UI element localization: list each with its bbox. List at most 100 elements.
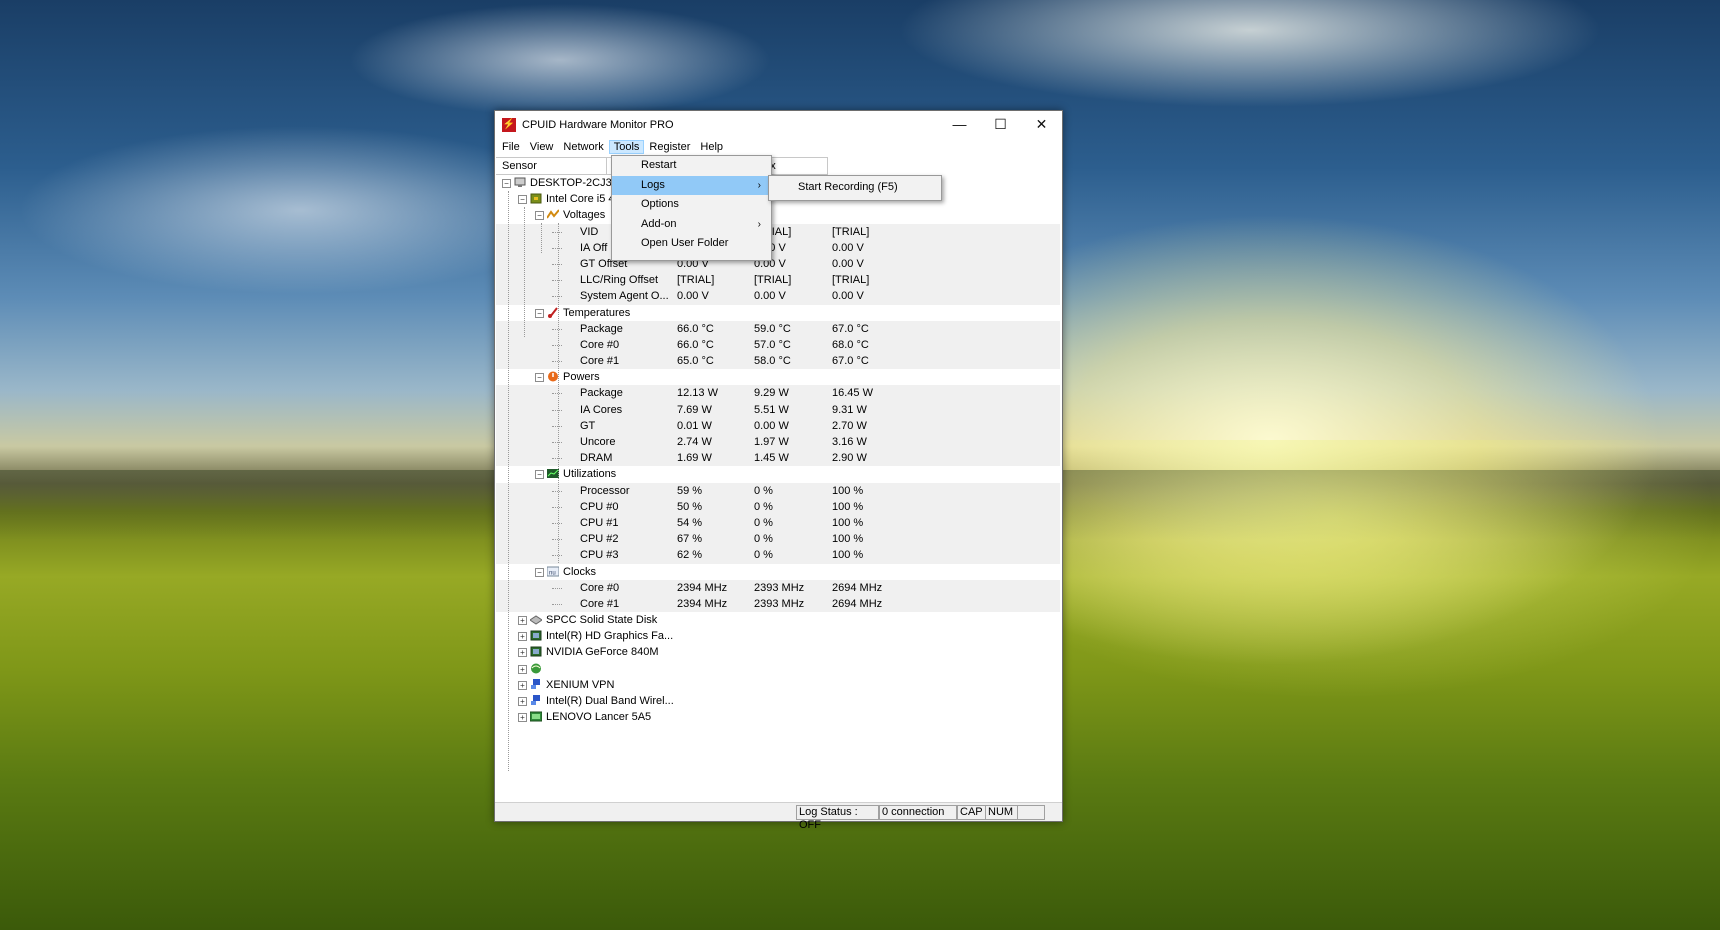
sensor-min: 58.0 °C [754, 355, 791, 368]
sensor-name: Core #0 [580, 581, 620, 594]
expand-icon[interactable]: + [518, 648, 527, 658]
tree-connector [552, 296, 562, 298]
sensor-row[interactable]: CPU #1 54 % 0 % 100 % [496, 514, 1060, 532]
sensor-row[interactable]: GT Offset 0.00 V 0.00 V 0.00 V [496, 255, 1060, 273]
sensor-max: 0.00 V [832, 290, 864, 303]
sensor-max: 100 % [832, 500, 864, 513]
expand-icon[interactable]: + [518, 616, 527, 626]
tree-group-utilizations[interactable]: − Utilizations [496, 466, 1060, 482]
sensor-row[interactable]: Core #0 2394 MHz 2393 MHz 2694 MHz [496, 579, 1060, 596]
sensor-value: 0.00 V [677, 290, 709, 303]
tree-group-powers[interactable]: − Powers [496, 369, 1060, 385]
sensor-min: 0 % [754, 533, 773, 546]
sensor-value: [TRIAL] [677, 274, 715, 287]
tree-node-device[interactable]: + Intel(R) HD Graphics Fa... [496, 628, 1060, 644]
sensor-row[interactable]: DRAM 1.69 W 1.45 W 2.90 W [496, 450, 1060, 467]
sensor-max: 9.31 W [832, 403, 867, 416]
logs-submenu: Start Recording (F5) [768, 175, 942, 201]
sensor-name: System Agent O... [580, 290, 669, 303]
sensor-row[interactable]: CPU #2 67 % 0 % 100 % [496, 531, 1060, 548]
menu-item-options[interactable]: Options [612, 195, 771, 215]
tree-node-device[interactable]: + LENOVO Lancer 5A5 [496, 709, 1060, 725]
sensor-max: 0.00 V [832, 241, 864, 254]
tree-connector [552, 539, 562, 541]
tree-node-device[interactable]: + SPCC Solid State Disk [496, 612, 1060, 628]
tree-node-device[interactable]: + [496, 661, 1060, 677]
sensor-tree[interactable]: − DESKTOP-2CJ3IB − Intel Core i5 4− Voltages… [496, 175, 1060, 771]
globe-icon [530, 663, 542, 674]
menu-file[interactable]: File [497, 140, 525, 154]
collapse-icon[interactable]: − [518, 195, 527, 205]
sensor-row[interactable]: Core #1 65.0 °C 58.0 °C 67.0 °C [496, 353, 1060, 370]
sensor-row[interactable]: IA Off0.00 V0.00 V [496, 239, 1060, 256]
maximize-button[interactable]: ☐ [980, 111, 1021, 138]
collapse-icon[interactable]: − [535, 567, 544, 577]
sensor-name: Core #1 [580, 597, 620, 610]
sensor-min: 0.00 W [754, 419, 789, 432]
expand-icon[interactable]: + [518, 713, 527, 723]
menu-item-logs-label: Logs [641, 178, 665, 191]
close-button[interactable]: ✕ [1021, 111, 1062, 138]
menu-network[interactable]: Network [558, 140, 608, 154]
sensor-name: CPU #2 [580, 533, 619, 546]
tree-node-device[interactable]: + XENIUM VPN [496, 677, 1060, 693]
sensor-value: 7.69 W [677, 403, 712, 416]
sensor-row[interactable]: Core #1 2394 MHz 2393 MHz 2694 MHz [496, 595, 1060, 613]
net-icon [530, 678, 542, 690]
collapse-icon[interactable]: − [502, 179, 511, 188]
tree-node-device[interactable]: + NVIDIA GeForce 840M [496, 644, 1060, 660]
sensor-value: 2394 MHz [677, 597, 728, 610]
sensor-row[interactable]: Core #0 66.0 °C 57.0 °C 68.0 °C [496, 336, 1060, 354]
menu-item-restart[interactable]: Restart [612, 156, 771, 176]
sensor-row[interactable]: VID [TRIAL] [TRIAL] [496, 223, 1060, 240]
sensor-value: 54 % [677, 516, 703, 529]
expand-icon[interactable]: + [518, 632, 527, 642]
header-sensor[interactable]: Sensor [496, 158, 607, 174]
sensor-row[interactable]: GT 0.01 W 0.00 W 2.70 W [496, 417, 1060, 434]
minimize-button[interactable]: — [939, 111, 980, 138]
sensor-row[interactable]: System Agent O... 0.00 V 0.00 V 0.00 V [496, 288, 1060, 305]
tree-guide-line [541, 223, 542, 253]
sensor-row[interactable]: Package 66.0 °C 59.0 °C 67.0 °C [496, 320, 1060, 337]
gpu-icon [530, 646, 542, 657]
sensor-name: Voltages [563, 209, 606, 222]
sensor-row[interactable]: Uncore 2.74 W 1.97 W 3.16 W [496, 434, 1060, 451]
menu-register[interactable]: Register [644, 140, 695, 154]
sensor-max: 2694 MHz [832, 581, 883, 594]
sensor-row[interactable]: IA Cores 7.69 W 5.51 W 9.31 W [496, 401, 1060, 418]
menu-item-addon[interactable]: Add-on › [612, 215, 771, 235]
connection-count: 0 connection [879, 805, 957, 820]
expand-icon[interactable]: + [518, 697, 527, 706]
tree-guide-line [524, 207, 525, 337]
collapse-icon[interactable]: − [535, 470, 544, 480]
tree-connector [552, 280, 562, 282]
sensor-row[interactable]: CPU #3 62 % 0 % 100 % [496, 547, 1060, 564]
expand-icon[interactable]: + [518, 680, 527, 690]
sensor-row[interactable]: Package 12.13 W 9.29 W 16.45 W [496, 385, 1060, 402]
sensor-row[interactable]: Processor 59 % 0 % 100 % [496, 482, 1060, 499]
tree-connector [552, 361, 562, 363]
menu-view[interactable]: View [525, 140, 559, 154]
expand-icon[interactable]: + [518, 664, 527, 674]
title-bar[interactable]: ⚡ CPUID Hardware Monitor PRO — ☐ ✕ [495, 111, 1062, 138]
menu-item-open-user-folder[interactable]: Open User Folder [612, 234, 771, 254]
tree-node-device[interactable]: + Intel(R) Dual Band Wirel... [496, 693, 1060, 709]
menu-item-logs[interactable]: Logs › [612, 175, 771, 195]
menu-help[interactable]: Help [695, 140, 728, 154]
sensor-row[interactable]: LLC/Ring Offset [TRIAL] [TRIAL] [TRIAL] [496, 272, 1060, 289]
log-status: Log Status : OFF [796, 805, 879, 831]
chevron-right-icon: › [757, 179, 761, 191]
sensor-row[interactable]: CPU #0 50 % 0 % 100 % [496, 498, 1060, 515]
menu-item-start-recording[interactable]: Start Recording (F5) [769, 176, 941, 196]
sensor-min: 0 % [754, 484, 773, 497]
sensor-name: Core #1 [580, 355, 620, 368]
tree-group-clocks[interactable]: − nu Clocks [496, 564, 1060, 580]
collapse-icon[interactable]: − [535, 211, 544, 221]
menu-tools[interactable]: Tools [608, 140, 645, 154]
collapse-icon[interactable]: − [535, 308, 544, 318]
collapse-icon[interactable]: − [535, 373, 544, 383]
sensor-name: Temperatures [563, 306, 631, 319]
tree-group-voltages[interactable]: − Voltages [496, 207, 1060, 223]
tree-group-temperatures[interactable]: − Temperatures [496, 305, 1060, 321]
tree-connector [552, 328, 562, 330]
